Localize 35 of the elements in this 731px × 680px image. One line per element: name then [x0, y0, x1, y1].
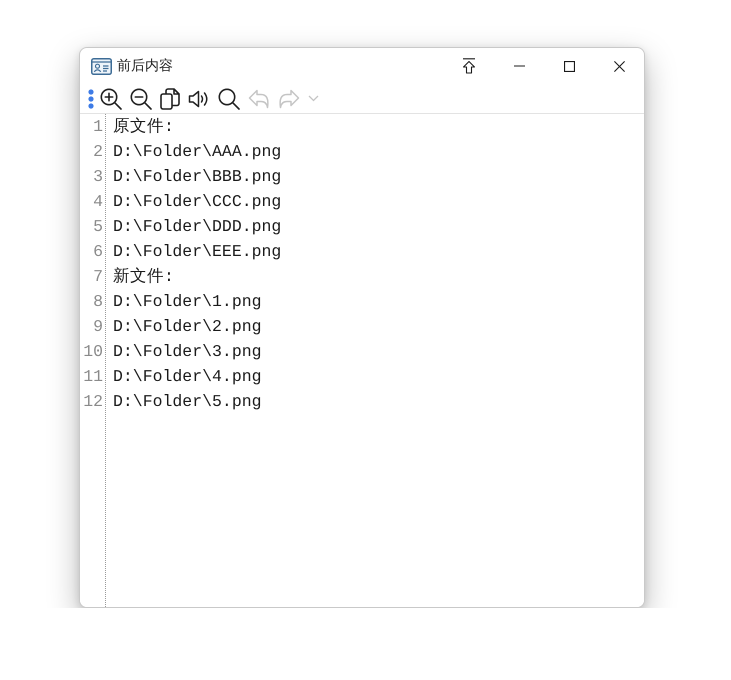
text-line: D:\Folder\CCC.png — [113, 191, 282, 213]
zoom-in-icon[interactable] — [100, 88, 122, 110]
search-icon[interactable] — [218, 88, 240, 110]
close-icon[interactable] — [614, 60, 624, 72]
copy-icon[interactable] — [160, 88, 180, 110]
vertical-dots-icon[interactable] — [88, 88, 94, 108]
line-number: 2 — [93, 141, 104, 163]
line-number: 3 — [93, 166, 104, 188]
up-arrow-bar-icon[interactable] — [462, 58, 476, 74]
window-title: 前后内容 — [117, 57, 173, 75]
text-line: D:\Folder\1.png — [113, 291, 262, 313]
text-line: D:\Folder\DDD.png — [113, 216, 282, 238]
text-line: D:\Folder\5.png — [113, 391, 262, 413]
line-number: 8 — [93, 291, 104, 313]
line-number: 1 — [93, 116, 104, 138]
maximize-icon[interactable] — [564, 60, 574, 72]
text-line: D:\Folder\2.png — [113, 316, 262, 338]
line-number: 11 — [83, 366, 104, 388]
text-line: D:\Folder\EEE.png — [113, 241, 282, 263]
line-number: 7 — [93, 266, 104, 288]
text-line: D:\Folder\3.png — [113, 341, 262, 363]
id-card-icon — [91, 58, 112, 74]
line-number: 12 — [83, 391, 104, 413]
line-number: 10 — [83, 341, 104, 363]
text-line: D:\Folder\4.png — [113, 366, 262, 388]
text-line: 新文件: — [113, 266, 174, 288]
text-line: D:\Folder\AAA.png — [113, 141, 282, 163]
line-number: 6 — [93, 241, 104, 263]
line-number: 4 — [93, 191, 104, 213]
text-line: D:\Folder\BBB.png — [113, 166, 282, 188]
zoom-out-icon[interactable] — [130, 88, 152, 110]
line-number: 5 — [93, 216, 104, 238]
text-line: 原文件: — [113, 116, 174, 138]
minimize-icon[interactable] — [514, 65, 524, 67]
line-number: 9 — [93, 316, 104, 338]
